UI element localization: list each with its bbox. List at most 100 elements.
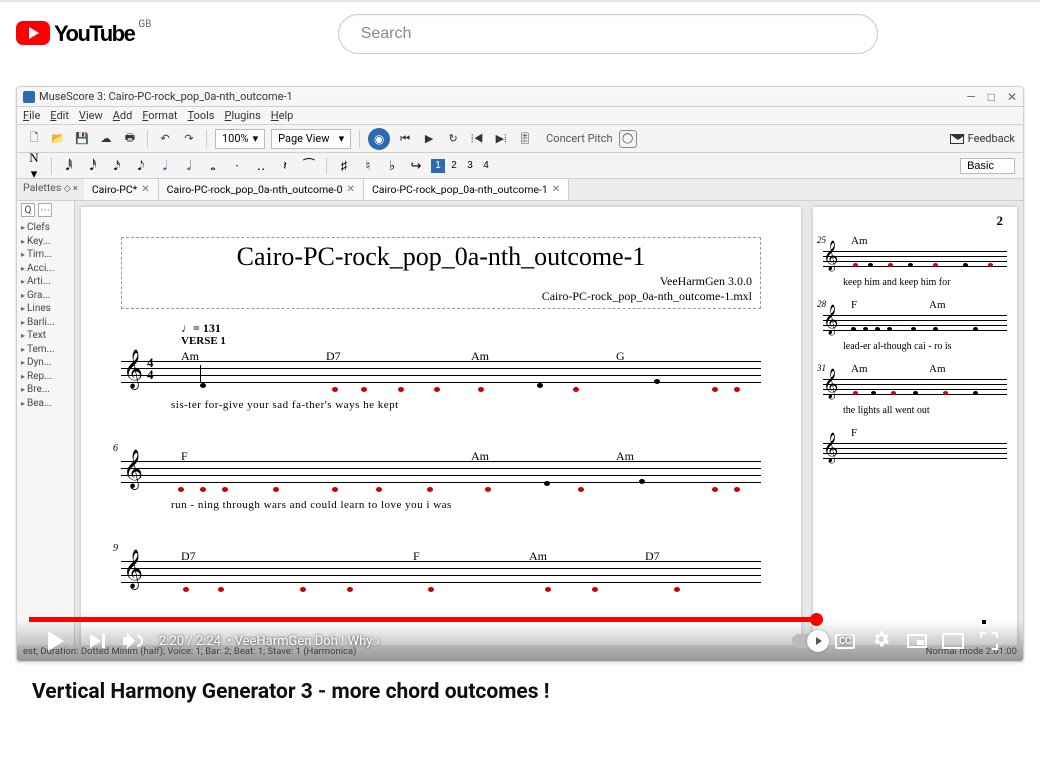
- palette-item[interactable]: Tem...: [21, 343, 70, 357]
- treble-clef-icon: 𝄞: [123, 453, 143, 487]
- ms-score-tabs: Palettes ◇ × Cairo-PC*✕ Cairo-PC-rock_po…: [17, 179, 1023, 201]
- score-title-frame[interactable]: Cairo-PC-rock_pop_0a-nth_outcome-1 VeeHa…: [121, 237, 761, 309]
- ms-menubar: File Edit View Add Format Tools Plugins …: [17, 107, 1023, 125]
- menu-file[interactable]: File: [23, 109, 40, 122]
- concert-pitch-button[interactable]: Concert Pitch: [546, 132, 612, 145]
- dot2-icon[interactable]: ‥: [252, 158, 270, 174]
- score-tab-1[interactable]: Cairo-PC-rock_pop_0a-nth_outcome-0✕: [159, 179, 364, 200]
- natural-icon[interactable]: ♮: [359, 158, 377, 174]
- save-icon[interactable]: 💾: [73, 130, 91, 148]
- mixer-icon[interactable]: 🎚: [516, 130, 534, 148]
- palette-item[interactable]: Barli...: [21, 316, 70, 330]
- next-button[interactable]: [79, 623, 115, 659]
- yt-logo-play-icon: [16, 21, 50, 45]
- cc-button[interactable]: CC: [827, 623, 863, 659]
- palette-item[interactable]: Text: [21, 329, 70, 343]
- menu-format[interactable]: Format: [142, 109, 177, 122]
- note-whole-icon[interactable]: 𝅝: [204, 158, 222, 174]
- undo-icon[interactable]: ↶: [156, 130, 174, 148]
- note-input-mode-icon[interactable]: N ▾: [25, 150, 43, 182]
- palette-item[interactable]: Tim...: [21, 248, 70, 262]
- page-number: 2: [997, 213, 1004, 229]
- palette-item[interactable]: Arti...: [21, 275, 70, 289]
- palette-search-icon[interactable]: Q: [21, 203, 35, 217]
- search-box[interactable]: [338, 14, 878, 54]
- new-file-icon[interactable]: 🗋: [25, 130, 43, 148]
- rest-icon[interactable]: 𝄽: [276, 158, 294, 174]
- close-icon[interactable]: ✕: [1007, 90, 1017, 104]
- search-input[interactable]: [359, 24, 857, 44]
- menu-help[interactable]: Help: [271, 109, 294, 122]
- feedback-button[interactable]: Feedback: [950, 132, 1015, 145]
- palette-item[interactable]: Gra...: [21, 289, 70, 303]
- palette-item[interactable]: Lines: [21, 302, 70, 316]
- palette-panel[interactable]: Q ⋯ Clefs Key... Tim... Acci... Arti... …: [17, 201, 75, 662]
- workspace-dropdown[interactable]: Basic: [960, 158, 1015, 174]
- loop-icon[interactable]: ↻: [444, 130, 462, 148]
- score-subtitle-2: Cairo-PC-rock_pop_0a-nth_outcome-1.mxl: [130, 289, 752, 304]
- view-mode-dropdown[interactable]: Page View▾: [271, 129, 351, 149]
- note-32nd-icon[interactable]: 𝅘𝅥𝅰: [84, 158, 102, 174]
- score-tab-0[interactable]: Cairo-PC*✕: [84, 179, 159, 200]
- theater-button[interactable]: [935, 623, 971, 659]
- rewind-icon[interactable]: ⏮: [396, 130, 414, 148]
- image-capture-icon[interactable]: ◯: [619, 130, 637, 148]
- note-half-icon[interactable]: 𝅗𝅥: [180, 158, 198, 174]
- volume-button[interactable]: [115, 623, 151, 659]
- ms-titlebar: MuseScore 3: Cairo-PC-rock_pop_0a-nth_ou…: [17, 87, 1023, 107]
- menu-view[interactable]: View: [79, 109, 103, 122]
- palette-item[interactable]: Acci...: [21, 262, 70, 276]
- menu-plugins[interactable]: Plugins: [224, 109, 260, 122]
- ms-window-controls: — □ ✕: [966, 90, 1017, 104]
- sharp-icon[interactable]: ♯: [335, 158, 353, 174]
- chapter-display[interactable]: • VeeHarmGen Doh ! Why ›: [227, 634, 380, 649]
- video-player[interactable]: MuseScore 3: Cairo-PC-rock_pop_0a-nth_ou…: [16, 86, 1024, 662]
- palette-item[interactable]: Bre...: [21, 383, 70, 397]
- metronome-icon[interactable]: ◉: [368, 128, 390, 150]
- cloud-icon[interactable]: ☁: [97, 130, 115, 148]
- video-title: Vertical Harmony Generator 3 - more chor…: [32, 680, 1008, 704]
- flip-icon[interactable]: ↪: [407, 158, 425, 174]
- tie-icon[interactable]: ⁀: [300, 158, 318, 174]
- menu-edit[interactable]: Edit: [50, 109, 69, 122]
- note-quarter-icon[interactable]: 𝅘𝅥: [156, 158, 174, 174]
- staff: 𝄞: [121, 555, 761, 595]
- palette-item[interactable]: Rep...: [21, 370, 70, 384]
- note-16th-icon[interactable]: 𝅘𝅥𝅯: [108, 158, 126, 174]
- loop-start-icon[interactable]: ⦙◀: [468, 130, 486, 148]
- fullscreen-button[interactable]: [971, 623, 1007, 659]
- play-icon[interactable]: ▶: [420, 130, 438, 148]
- autoplay-toggle[interactable]: [791, 623, 827, 659]
- menu-tools[interactable]: Tools: [188, 109, 215, 122]
- palette-more-icon[interactable]: ⋯: [38, 203, 52, 217]
- zoom-dropdown[interactable]: 100%▾: [215, 129, 265, 149]
- print-icon[interactable]: 🖶: [121, 130, 139, 148]
- minimize-icon[interactable]: —: [966, 90, 975, 104]
- palette-item[interactable]: Clefs: [21, 221, 70, 235]
- palette-item[interactable]: Dyn...: [21, 356, 70, 370]
- note-64th-icon[interactable]: 𝅘𝅥𝅱: [60, 158, 78, 174]
- maximize-icon[interactable]: □: [988, 90, 995, 104]
- score-tab-2[interactable]: Cairo-PC-rock_pop_0a-nth_outcome-1✕: [364, 179, 569, 200]
- palettes-label: Palettes ◇ ×: [17, 179, 84, 200]
- settings-button[interactable]: [863, 623, 899, 659]
- voice-selector[interactable]: 1 2 3 4: [431, 159, 493, 173]
- palette-item[interactable]: Key...: [21, 235, 70, 249]
- yt-logo[interactable]: YouTube GB: [16, 21, 151, 47]
- score-canvas[interactable]: Cairo-PC-rock_pop_0a-nth_outcome-1 VeeHa…: [75, 201, 1023, 662]
- note-8th-icon[interactable]: 𝅘𝅥𝅮: [132, 158, 150, 174]
- play-button[interactable]: [33, 623, 79, 659]
- flat-icon[interactable]: ♭: [383, 158, 401, 174]
- open-file-icon[interactable]: 📂: [49, 130, 67, 148]
- palette-item[interactable]: Bea...: [21, 397, 70, 411]
- miniplayer-button[interactable]: [899, 623, 935, 659]
- ms-toolbar-note-input: N ▾ 𝅘𝅥𝅱 𝅘𝅥𝅰 𝅘𝅥𝅯 𝅘𝅥𝅮 𝅘𝅥 𝅗𝅥 𝅝 · ‥ 𝄽 ⁀ ♯ ♮ …: [17, 153, 1023, 179]
- loop-end-icon[interactable]: ▶⦙: [492, 130, 510, 148]
- tempo-marking: ♩= 131: [181, 321, 221, 336]
- score-page-2: 2 25 Am 𝄞 keep him and keep him for: [813, 207, 1017, 662]
- dot-icon[interactable]: ·: [228, 158, 246, 174]
- lyrics-row: run - ning through wars and could learn …: [171, 499, 756, 511]
- score-page-1: Cairo-PC-rock_pop_0a-nth_outcome-1 VeeHa…: [81, 207, 801, 662]
- menu-add[interactable]: Add: [113, 109, 133, 122]
- redo-icon[interactable]: ↷: [180, 130, 198, 148]
